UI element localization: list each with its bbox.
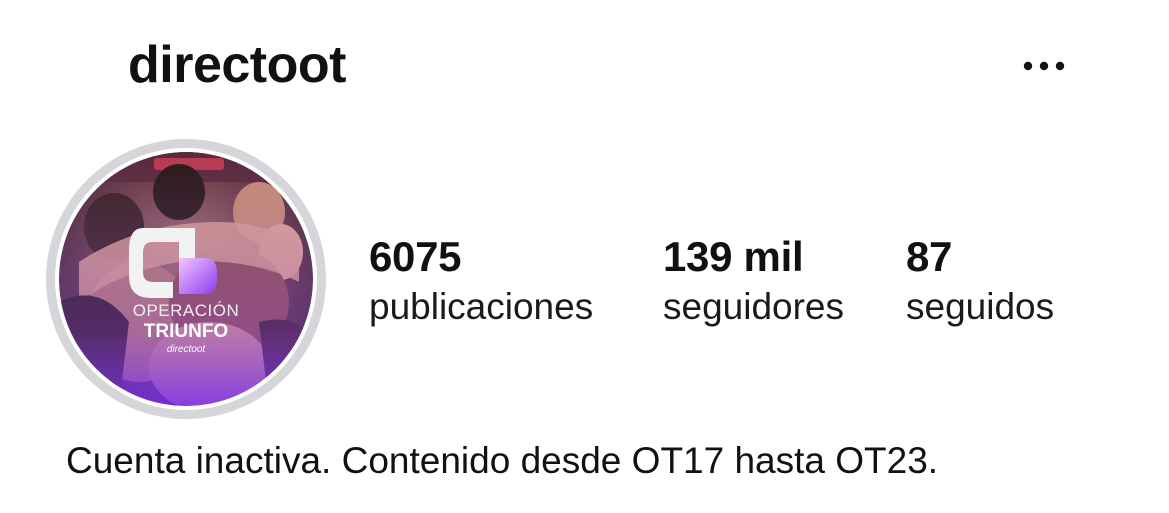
followers-count-value: 139 mil (663, 233, 804, 280)
posts-count-label: publicaciones (369, 286, 594, 327)
posts-count-value: 6075 (369, 233, 462, 280)
following-count-value: 87 (906, 233, 953, 280)
more-horizontal-icon (1023, 61, 1065, 71)
profile-username: directoot (128, 36, 346, 94)
following-count-label: seguidos (906, 286, 1055, 327)
followers-count-stat[interactable]: 139 mil seguidores (663, 232, 844, 332)
more-options-button[interactable] (1012, 46, 1076, 86)
followers-count-label: seguidores (663, 286, 845, 327)
following-count-stat[interactable]: 87 seguidos (906, 232, 1054, 332)
profile-stats: 6075 publicaciones 139 mil seguidores 87… (0, 232, 1169, 342)
posts-count-stat[interactable]: 6075 publicaciones (369, 232, 593, 332)
avatar-logo-line3: directoot (167, 344, 207, 355)
profile-bio: Cuenta inactiva. Contenido desde OT17 ha… (66, 440, 939, 481)
